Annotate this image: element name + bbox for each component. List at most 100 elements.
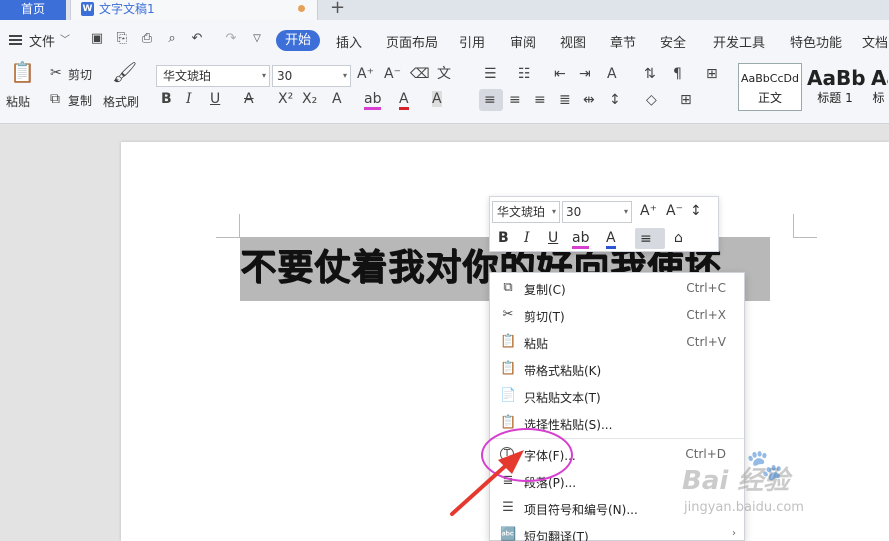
mini-font-name-select[interactable]: 华文琥珀 ▾ — [492, 201, 560, 223]
unsaved-dot-icon — [298, 5, 305, 12]
clear-format-icon[interactable]: ⌫ — [410, 66, 430, 82]
cut-button[interactable]: 剪切 — [68, 66, 92, 83]
format-painter-icon[interactable]: 🖌 — [112, 62, 137, 82]
underline-icon[interactable]: U — [210, 91, 220, 107]
copy-icon: ⧉ — [50, 91, 60, 107]
chevron-down-icon[interactable]: ﹀ — [60, 31, 70, 46]
tab-bar: 首页 W 文字文稿1 + — [0, 0, 889, 20]
text-direction-icon[interactable]: A — [607, 66, 617, 82]
increase-indent-icon[interactable]: ⇥ — [579, 66, 591, 82]
format-painter-icon[interactable]: ⌂ — [674, 230, 683, 246]
format-painter-button[interactable]: 格式刷 — [103, 93, 139, 110]
more-chevron-icon[interactable]: ▽ — [250, 32, 264, 46]
text-effect-icon[interactable]: A — [332, 91, 342, 107]
line-spacing-icon[interactable]: ↕ — [690, 203, 702, 219]
copy-button[interactable]: 复制 — [68, 92, 92, 109]
highlight-icon[interactable]: ab — [364, 91, 382, 110]
sort-icon[interactable]: ⇅ — [644, 66, 656, 82]
menu-review[interactable]: 审阅 — [510, 32, 536, 51]
watermark-url: jingyan.baidu.com — [684, 500, 804, 515]
menu-bar: 文件 ﹀ ▣ ⎘ ⎙ ⌕ ↶ ↷ ▽ 开始 插入 页面布局 引用 审阅 视图 章… — [0, 20, 889, 60]
paste-format-icon: 📋 — [500, 361, 517, 376]
superscript-icon[interactable]: X² — [278, 91, 293, 107]
justify-icon[interactable]: ≣ — [559, 92, 571, 108]
font-color-icon[interactable]: A — [399, 91, 409, 110]
context-item-cut[interactable]: ✂ 剪切(T) Ctrl+X — [490, 302, 744, 329]
menu-developer[interactable]: 开发工具 — [713, 32, 765, 51]
watermark: Bai 经验 🐾 jingyan.baidu.com — [682, 448, 852, 528]
mini-font-size-select[interactable]: 30 ▾ — [562, 201, 632, 223]
highlight-icon[interactable]: ab — [572, 230, 590, 249]
numbered-list-icon[interactable]: ☷ — [518, 66, 531, 82]
print-preview-icon[interactable]: ⌕ — [165, 32, 179, 46]
borders-icon[interactable]: ⊞ — [680, 92, 692, 108]
italic-icon[interactable]: I — [524, 230, 530, 246]
align-left-icon[interactable]: ≡ — [640, 231, 652, 247]
line-spacing-icon[interactable]: ↕ — [609, 92, 621, 108]
show-marks-icon[interactable]: ¶ — [673, 66, 682, 82]
save-icon[interactable]: ▣ — [90, 32, 104, 46]
style-heading-2[interactable]: Aa 标 — [868, 63, 889, 111]
export-icon[interactable]: ⎘ — [115, 32, 129, 46]
context-item-paste-keep-format[interactable]: 📋 带格式粘贴(K) — [490, 356, 744, 383]
char-shading-icon[interactable]: A — [432, 91, 442, 107]
context-item-copy[interactable]: ⧉ 复制(C) Ctrl+C — [490, 275, 744, 302]
style-heading-1[interactable]: AaBb 标题 1 — [804, 63, 866, 111]
font-name-select[interactable]: 华文琥珀 ▾ — [156, 65, 270, 87]
new-tab-button[interactable]: + — [330, 0, 345, 18]
menu-view[interactable]: 视图 — [560, 32, 586, 51]
menu-chapter[interactable]: 章节 — [610, 32, 636, 51]
paste-icon[interactable]: 📋 — [10, 62, 35, 82]
document-tab-title: 文字文稿1 — [99, 2, 155, 16]
print-icon[interactable]: ⎙ — [140, 32, 154, 46]
menu-page-layout[interactable]: 页面布局 — [386, 32, 438, 51]
shrink-font-icon[interactable]: A⁻ — [384, 66, 401, 82]
shading-icon[interactable]: ◇ — [646, 92, 657, 108]
pinyin-icon[interactable]: 文 — [437, 66, 451, 82]
menu-document[interactable]: 文档 — [862, 32, 888, 51]
margin-mark-left — [216, 214, 240, 238]
mini-toolbar: 华文琥珀 ▾ 30 ▾ A⁺ A⁻ ↕ B I U ab A ≡ ⌂ — [489, 196, 719, 252]
hamburger-icon[interactable] — [9, 35, 22, 45]
subscript-icon[interactable]: X₂ — [302, 91, 317, 107]
paste-button[interactable]: 粘贴 — [6, 93, 30, 110]
scissors-icon: ✂ — [502, 307, 514, 322]
paste-text-icon: 📄 — [500, 388, 517, 403]
undo-icon[interactable]: ↶ — [190, 32, 204, 46]
grow-font-icon[interactable]: A⁺ — [357, 66, 374, 82]
font-color-icon[interactable]: A — [606, 230, 616, 249]
tab-home[interactable]: 首页 — [0, 0, 66, 20]
align-center-icon[interactable]: ≡ — [509, 92, 521, 108]
menu-references[interactable]: 引用 — [459, 32, 485, 51]
menu-file[interactable]: 文件 — [29, 31, 55, 50]
menu-special-features[interactable]: 特色功能 — [790, 32, 842, 51]
menu-insert[interactable]: 插入 — [336, 32, 362, 51]
tab-document[interactable]: W 文字文稿1 — [70, 0, 318, 20]
menu-start[interactable]: 开始 — [276, 30, 320, 51]
menu-security[interactable]: 安全 — [660, 32, 686, 51]
align-right-icon[interactable]: ≡ — [534, 92, 546, 108]
shrink-font-icon[interactable]: A⁻ — [666, 203, 683, 219]
annotation-arrow-icon — [450, 450, 524, 516]
bold-icon[interactable]: B — [498, 230, 509, 246]
font-size-select[interactable]: 30 ▾ — [272, 65, 351, 87]
italic-icon[interactable]: I — [186, 91, 192, 107]
style-normal[interactable]: AaBbCcDd 正文 — [738, 63, 802, 111]
chevron-right-icon: › — [732, 528, 736, 539]
ribbon: 📋 粘贴 ✂ 剪切 ⧉ 复制 🖌 格式刷 华文琥珀 ▾ 30 ▾ A⁺ A⁻ ⌫ 文… — [0, 60, 889, 124]
distributed-icon[interactable]: ⇹ — [583, 92, 595, 108]
bullet-list-icon[interactable]: ☰ — [484, 66, 497, 82]
table-borders-icon[interactable]: ⊞ — [706, 66, 718, 82]
bold-icon[interactable]: B — [161, 91, 172, 107]
context-item-paste[interactable]: 📋 粘贴 Ctrl+V — [490, 329, 744, 356]
strikethrough-icon[interactable]: A — [244, 91, 254, 107]
grow-font-icon[interactable]: A⁺ — [640, 203, 657, 219]
paste-icon: 📋 — [500, 334, 517, 349]
context-item-paste-text-only[interactable]: 📄 只粘贴文本(T) — [490, 383, 744, 410]
align-left-icon[interactable]: ≡ — [484, 92, 496, 108]
scissors-icon: ✂ — [50, 65, 62, 81]
margin-mark-right — [793, 214, 817, 238]
decrease-indent-icon[interactable]: ⇤ — [554, 66, 566, 82]
redo-icon[interactable]: ↷ — [224, 32, 238, 46]
underline-icon[interactable]: U — [548, 230, 558, 246]
